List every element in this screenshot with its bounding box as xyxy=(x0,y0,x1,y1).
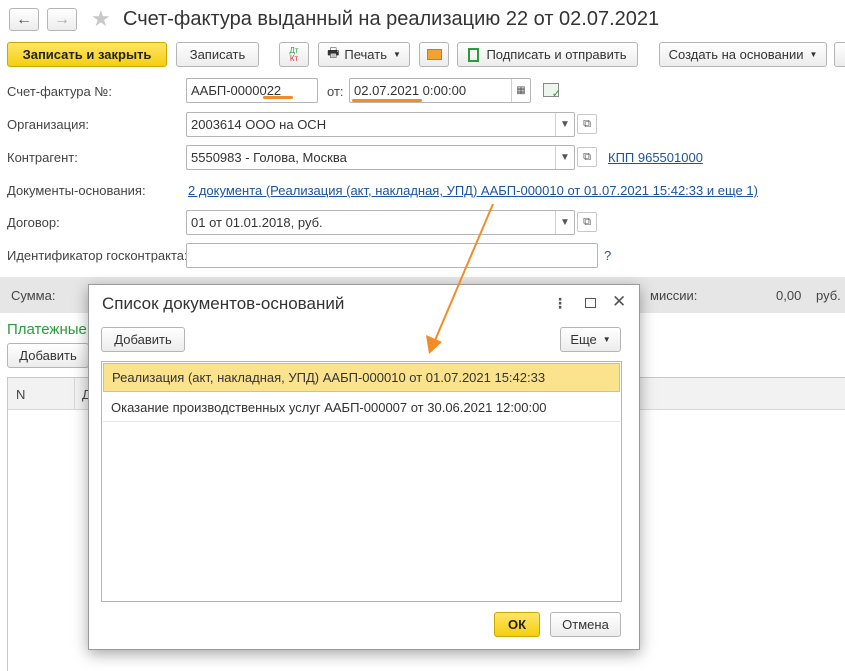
annotation-arrow xyxy=(426,203,494,354)
